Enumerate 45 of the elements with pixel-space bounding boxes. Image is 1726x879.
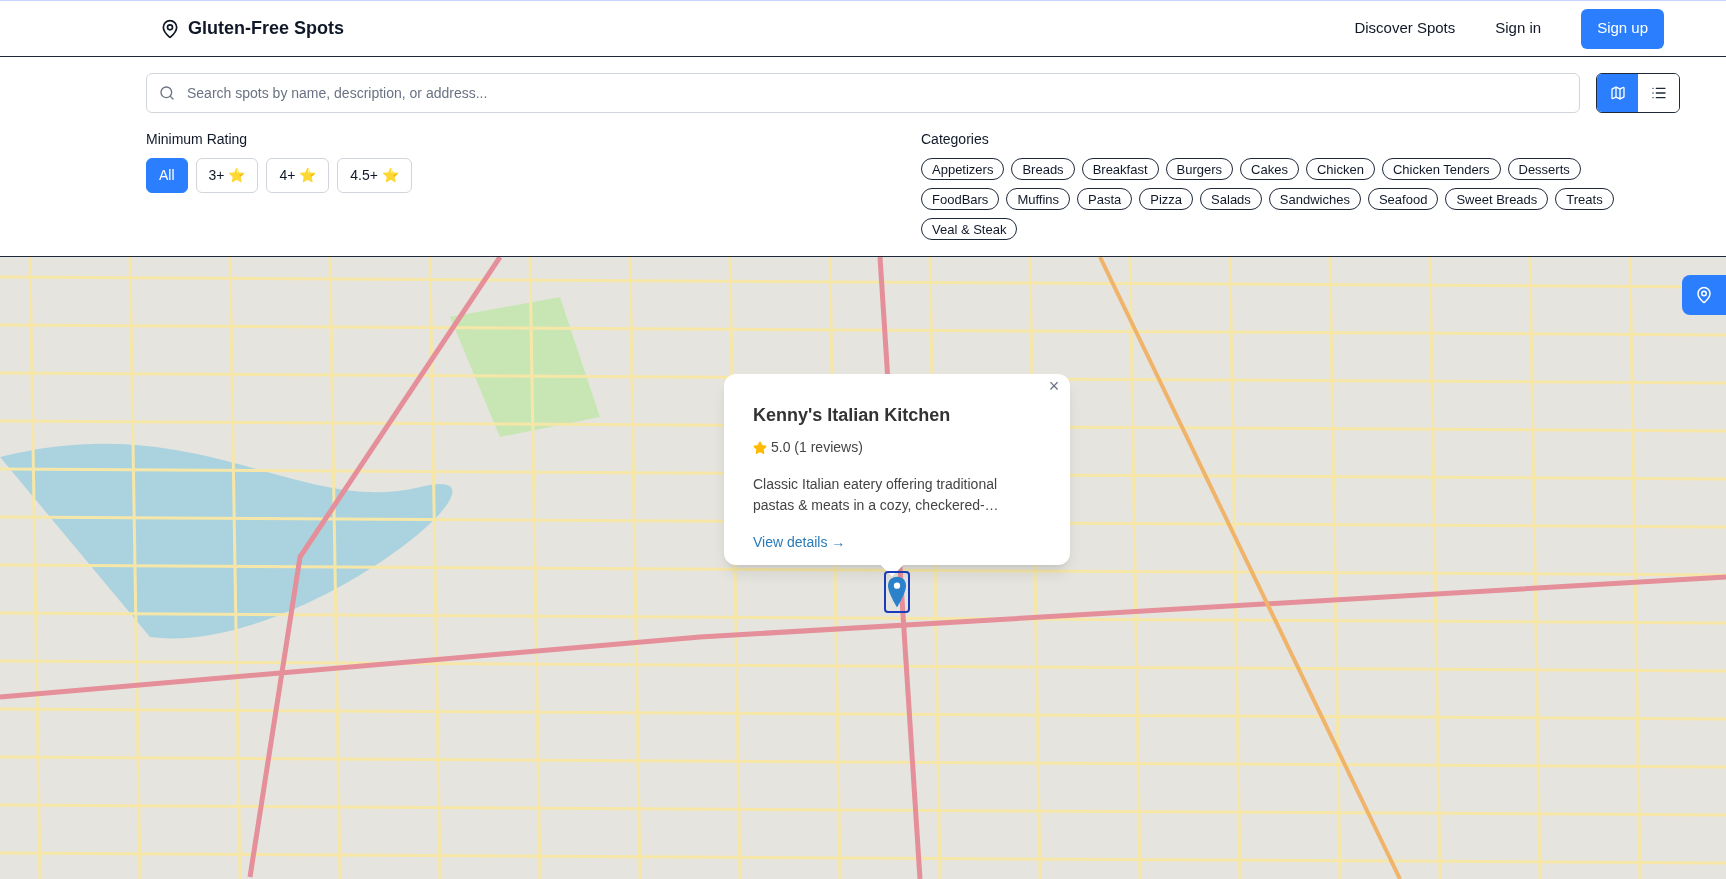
category-chip[interactable]: Pasta — [1077, 188, 1133, 210]
rating-filter-button[interactable]: 3+ ⭐ — [195, 158, 259, 193]
nav-link[interactable]: Discover Spots — [1354, 17, 1456, 40]
category-chip[interactable]: Seafood — [1367, 188, 1439, 210]
category-chip[interactable]: FoodBars — [921, 188, 1000, 210]
search-icon — [159, 85, 175, 101]
category-chip[interactable]: Breakfast — [1081, 158, 1159, 180]
view-details-link[interactable]: View details → — [753, 532, 1041, 553]
brand-title: Gluten-Free Spots — [188, 17, 344, 40]
category-chip[interactable]: Appetizers — [921, 158, 1005, 180]
category-chip[interactable]: Desserts — [1507, 158, 1581, 180]
category-chip[interactable]: Breads — [1011, 158, 1075, 180]
nav-link[interactable]: Sign in — [1495, 17, 1542, 40]
filter-label: Minimum Rating — [146, 130, 249, 149]
category-chip[interactable]: Cakes — [1240, 158, 1299, 180]
spot-description: Classic Italian eatery offering traditional pastas & meats in a cozy, checkered-… — [753, 475, 1000, 515]
rating-filter-button[interactable]: 4.5+ ⭐ — [337, 158, 412, 193]
map-area[interactable]: × Kenny's Italian Kitchen 5.0 (1 reviews) Classic Italian eatery offering traditional pastas & meats in a cozy, checkered-… View details → — [0, 257, 1726, 879]
rating-filter-button[interactable]: All — [146, 158, 188, 193]
close-button[interactable]: × — [1044, 376, 1064, 396]
locate-button[interactable] — [1682, 275, 1726, 315]
category-chip[interactable]: Pizza — [1139, 188, 1194, 210]
search-field[interactable]: Search spots by name, description, or address... — [146, 73, 1580, 113]
category-chip[interactable]: Burgers — [1165, 158, 1234, 180]
category-chip[interactable]: Treats — [1555, 188, 1614, 210]
map-pin-icon — [1695, 286, 1713, 304]
map-pin-icon — [888, 575, 906, 609]
category-chip[interactable]: Sandwiches — [1268, 188, 1361, 210]
list-icon — [1650, 85, 1667, 101]
category-chip[interactable]: Salads — [1200, 188, 1262, 210]
category-chip[interactable]: Veal & Steak — [921, 218, 1018, 240]
spot-title: Kenny's Italian Kitchen — [753, 404, 952, 427]
map-icon — [1609, 85, 1626, 101]
filter-label: Categories — [921, 130, 990, 149]
map-view-button[interactable] — [1597, 74, 1638, 112]
category-chip[interactable]: Muffins — [1006, 188, 1071, 210]
star-icon — [753, 440, 767, 455]
category-chip[interactable]: Sweet Breads — [1445, 188, 1549, 210]
category-chip[interactable]: Chicken Tenders — [1381, 158, 1501, 180]
rating-filter-button[interactable]: 4+ ⭐ — [266, 158, 330, 193]
map-marker[interactable] — [884, 571, 910, 613]
rating-text: 5.0 (1 reviews) — [771, 438, 863, 457]
category-chip[interactable]: Chicken — [1305, 158, 1375, 180]
map-pin-icon — [160, 18, 180, 39]
signup-button[interactable]: Sign up — [1581, 8, 1664, 49]
